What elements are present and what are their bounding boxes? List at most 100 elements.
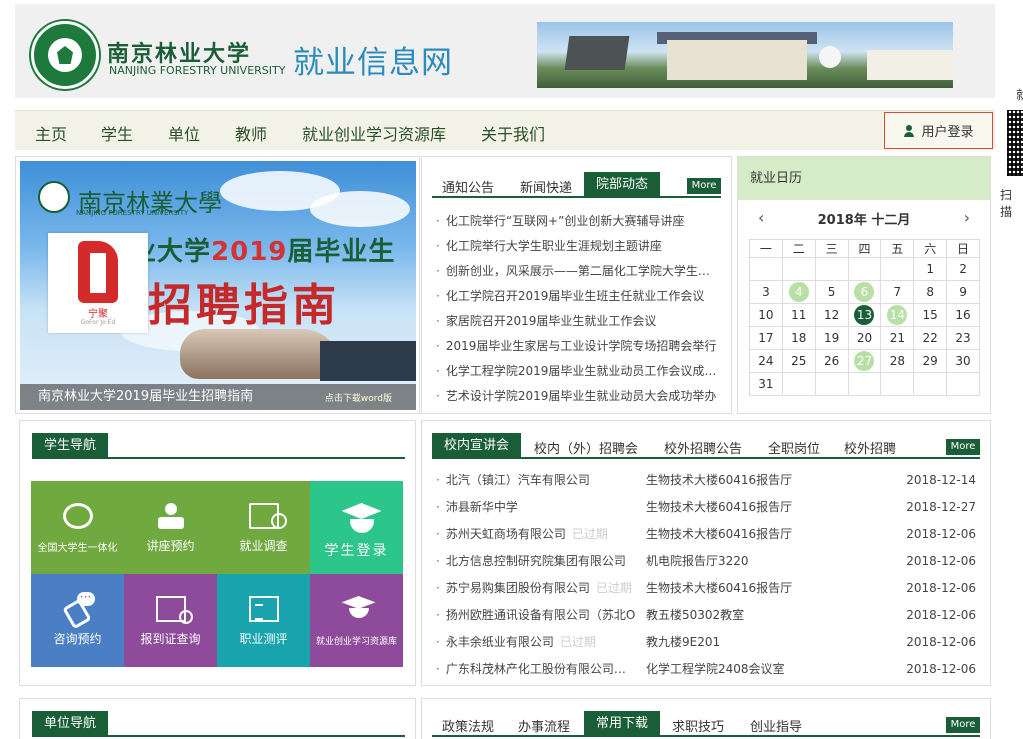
calendar-day[interactable]: 3 (749, 280, 783, 304)
calendar-day[interactable]: 31 (749, 372, 783, 396)
calendar-day (946, 372, 980, 396)
news-item[interactable]: 艺术设计学院2019届毕业生就业动员大会成功举办 (436, 384, 718, 409)
table-row[interactable]: 北方信息控制研究院集团有限公司机电院报告厅3220 2018-12-06 (436, 548, 982, 575)
table-row[interactable]: 扬州欧胜通讯设备有限公司（苏北O 教五楼50302教室 2018-12-06 (436, 602, 982, 629)
calendar-day[interactable]: 4 (781, 280, 816, 304)
calendar-weekday: 二 (781, 239, 816, 258)
calendar-day[interactable]: 9 (946, 280, 980, 304)
lecture-company[interactable]: 北汽（镇江）汽车有限公司 (436, 467, 642, 494)
lecture-company[interactable]: 永丰余纸业有限公司已过期 (436, 629, 642, 656)
calendar-day[interactable]: 15 (913, 303, 948, 327)
table-row[interactable]: 苏宁易购集团股份有限公司已过期生物技术大楼60416报告厅 2018-12-06 (436, 575, 982, 602)
lecture-company[interactable]: 广东科茂林产化工股份有限公司已过期 (436, 656, 642, 683)
docs-more-button[interactable]: More (946, 717, 980, 733)
calendar-day[interactable]: 7 (880, 280, 915, 304)
table-row[interactable]: 永丰余纸业有限公司已过期教九楼9E201 2018-12-06 (436, 629, 982, 656)
news-item[interactable]: 化工院举行“互联网+”创业创新大赛辅导讲座 (436, 209, 718, 234)
tab-department-news[interactable]: 院部动态 (584, 172, 661, 198)
calendar-day[interactable]: 14 (880, 303, 915, 327)
user-login-button[interactable]: 用户登录 (884, 112, 993, 149)
lecture-company[interactable]: 苏州天虹商场有限公司已过期 (436, 521, 642, 548)
calendar-day[interactable]: 1 (913, 257, 948, 281)
calendar-day[interactable]: 18 (781, 326, 816, 350)
tab-notices[interactable]: 通知公告 (442, 177, 494, 196)
news-more-button[interactable]: More (687, 178, 721, 194)
carousel-slide[interactable]: 南京林業大學 NANJING FORESTRY UNIVERSITY 业大学20… (20, 161, 416, 410)
calendar-day[interactable]: 24 (749, 349, 783, 373)
calendar-day[interactable]: 2 (946, 257, 980, 281)
calendar-day[interactable]: 12 (814, 303, 849, 327)
expired-badge: 已过期 (559, 635, 596, 649)
nav-employer[interactable]: 单位 (168, 121, 200, 145)
calendar-day[interactable]: 5 (814, 280, 849, 304)
news-item[interactable]: 化工院举行大学生职业生涯规划主题讲座 (436, 234, 718, 259)
lecture-company[interactable]: 沛县新华中学 (436, 494, 642, 521)
tile-career-assessment[interactable]: 职业测评 (217, 574, 310, 667)
lecture-company[interactable]: 苏宁易购集团股份有限公司已过期 (436, 575, 642, 602)
tab-policies[interactable]: 政策法规 (442, 716, 494, 735)
tab-fulltime-jobs[interactable]: 全职岗位 (768, 438, 820, 457)
calendar-day[interactable]: 17 (749, 326, 783, 350)
calendar-weekday: 日 (946, 239, 980, 258)
table-row[interactable]: 沛县新华中学生物技术大楼60416报告厅 2018-12-27 (436, 494, 982, 521)
tile-lecture-booking[interactable]: 讲座预约 (124, 481, 217, 574)
tab-procedures[interactable]: 办事流程 (518, 716, 570, 735)
calendar-day[interactable]: 28 (880, 349, 915, 373)
calendar-day[interactable]: 25 (781, 349, 816, 373)
lecture-company[interactable]: 北方信息控制研究院集团有限公司 (436, 548, 642, 575)
tab-downloads[interactable]: 常用下载 (584, 711, 661, 737)
lectures-more-button[interactable]: More (946, 439, 980, 455)
carousel-download-link[interactable]: 点击下载word版 (325, 391, 392, 404)
calendar-day[interactable]: 27 (847, 349, 882, 373)
calendar-day[interactable]: 22 (913, 326, 948, 350)
tab-offcampus-notices[interactable]: 校外招聘公告 (664, 438, 742, 457)
news-item[interactable]: 2019届毕业生家居与工业设计学院专场招聘会举行 (436, 334, 718, 359)
calendar-day[interactable]: 16 (946, 303, 980, 327)
lecture-company[interactable]: 扬州欧胜通讯设备有限公司（苏北O (436, 602, 642, 629)
user-icon (903, 124, 915, 137)
calendar-day[interactable]: 10 (749, 303, 783, 327)
nav-resource-library[interactable]: 就业创业学习资源库 (302, 121, 446, 145)
news-item[interactable]: 化工学院召开2019届毕业生班主任就业工作会议 (436, 284, 718, 309)
table-row[interactable]: 广东科茂林产化工股份有限公司已过期化学工程学院2408会议室 2018-12-06 (436, 656, 982, 683)
tile-student-login[interactable]: 学生登录 (310, 481, 403, 574)
calendar-day[interactable]: 11 (781, 303, 816, 327)
calendar-day[interactable]: 6 (847, 280, 882, 304)
calendar-day[interactable]: 13 (847, 303, 882, 327)
calendar-day[interactable]: 19 (814, 326, 849, 350)
nav-home[interactable]: 主页 (35, 121, 67, 145)
nav-teacher[interactable]: 教师 (235, 121, 267, 145)
tab-campus-lectures[interactable]: 校内宣讲会 (432, 433, 522, 459)
calendar-day[interactable]: 8 (913, 280, 948, 304)
tab-news-express[interactable]: 新闻快递 (520, 177, 572, 196)
news-item[interactable]: 化学工程学院2019届毕业生就业动员工作会议成功召开 (436, 359, 718, 384)
news-item[interactable]: 家居院召开2019届毕业生就业工作会议 (436, 309, 718, 334)
chevron-right-icon[interactable]: › (964, 208, 970, 227)
main-nav: 主页 学生 单位 教师 就业创业学习资源库 关于我们 用户登录 (15, 110, 995, 150)
tile-employment-survey[interactable]: 就业调查 (217, 481, 310, 574)
calendar-day[interactable]: 30 (946, 349, 980, 373)
tile-consult-booking[interactable]: 咨询预约 (31, 574, 124, 667)
qr-code-icon[interactable] (1007, 110, 1023, 176)
nav-student[interactable]: 学生 (101, 121, 133, 145)
table-row[interactable]: 北汽（镇江）汽车有限公司生物技术大楼60416报告厅 2018-12-14 (436, 467, 982, 494)
university-seal-logo[interactable] (31, 21, 99, 89)
tile-certificate-query[interactable]: 报到证查询 (124, 574, 217, 667)
tab-startup-guide[interactable]: 创业指导 (750, 716, 802, 735)
tile-national-platform[interactable]: 全国大学生一体化 (31, 481, 124, 574)
tab-job-fairs[interactable]: 校内（外）招聘会 (534, 438, 638, 457)
tab-offcampus-recruit[interactable]: 校外招聘 (844, 438, 896, 457)
tile-resource-library[interactable]: 就业创业学习资源库 (310, 574, 403, 667)
tab-job-tips[interactable]: 求职技巧 (672, 716, 724, 735)
featured-carousel[interactable]: 南京林業大學 NANJING FORESTRY UNIVERSITY 业大学20… (15, 156, 420, 414)
user-login-label: 用户登录 (921, 125, 974, 140)
calendar-day[interactable]: 26 (814, 349, 849, 373)
calendar-day[interactable]: 21 (880, 326, 915, 350)
calendar-day[interactable]: 20 (847, 326, 882, 350)
calendar-weekday: 三 (814, 239, 849, 258)
nav-about[interactable]: 关于我们 (481, 121, 545, 145)
calendar-day[interactable]: 23 (946, 326, 980, 350)
table-row[interactable]: 苏州天虹商场有限公司已过期生物技术大楼60416报告厅 2018-12-06 (436, 521, 982, 548)
calendar-day[interactable]: 29 (913, 349, 948, 373)
news-item[interactable]: 创新创业，风采展示——第二届化工学院大学生创新创业大赛 (436, 259, 718, 284)
